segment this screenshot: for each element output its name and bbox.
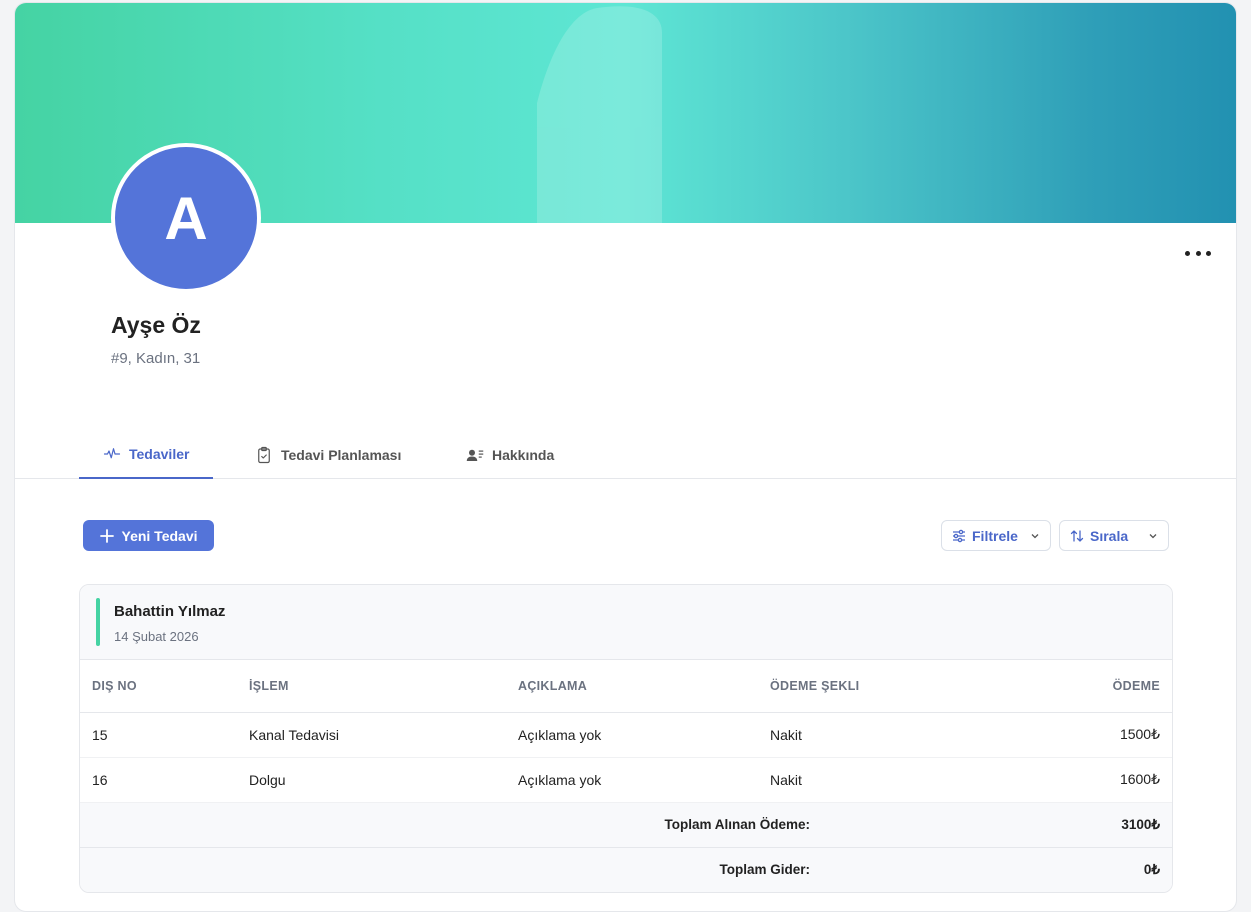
new-treatment-label: Yeni Tedavi bbox=[121, 527, 198, 544]
new-treatment-button[interactable]: Yeni Tedavi bbox=[83, 520, 214, 551]
sort-label: Sırala bbox=[1090, 527, 1129, 544]
banner-decoration bbox=[537, 6, 662, 223]
table-row[interactable]: 15 Kanal Tedavisi Açıklama yok Nakit 150… bbox=[80, 712, 1172, 758]
tooth-number: 15 bbox=[80, 712, 249, 758]
column-header: İŞLEM bbox=[249, 660, 518, 713]
treatment-card: Bahattin Yılmaz 14 Şubat 2026 DIŞ NO İŞL… bbox=[79, 584, 1173, 893]
treatment-date: 14 Şubat 2026 bbox=[114, 629, 199, 644]
total-received-row: Toplam Alınan Ödeme: 3100₺ bbox=[80, 802, 1172, 848]
filter-label: Filtrele bbox=[972, 527, 1018, 544]
patient-meta: #9, Kadın, 31 bbox=[111, 350, 201, 367]
doctor-name: Bahattin Yılmaz bbox=[114, 603, 226, 620]
more-options-icon[interactable] bbox=[1185, 243, 1211, 263]
description: Açıklama yok bbox=[518, 712, 770, 758]
treatment-table: DIŞ NO İŞLEM AÇIKLAMA ÖDEME ŞEKLI ÖDEME … bbox=[80, 660, 1172, 892]
clipboard-check-icon bbox=[258, 446, 270, 464]
treatment-header: Bahattin Yılmaz 14 Şubat 2026 bbox=[80, 585, 1172, 660]
total-received-label: Toplam Alınan Ödeme: bbox=[80, 802, 970, 848]
plus-icon bbox=[99, 528, 114, 543]
chevron-down-icon bbox=[1149, 533, 1157, 538]
column-header: ÖDEME ŞEKLI bbox=[770, 660, 970, 713]
activity-icon bbox=[103, 448, 121, 459]
payment-amount: 1500₺ bbox=[970, 712, 1172, 758]
sort-button[interactable]: Sırala bbox=[1059, 520, 1169, 551]
tab-label: Tedavi Planlaması bbox=[281, 447, 402, 463]
column-header: ÖDEME bbox=[970, 660, 1172, 713]
payment-amount: 1600₺ bbox=[970, 757, 1172, 803]
avatar: A bbox=[111, 143, 261, 293]
column-header: AÇIKLAMA bbox=[518, 660, 770, 713]
procedure: Dolgu bbox=[249, 757, 518, 803]
user-list-icon bbox=[466, 449, 484, 461]
total-expense-value: 0₺ bbox=[970, 847, 1172, 892]
tab-label: Hakkında bbox=[492, 447, 555, 463]
payment-method: Nakit bbox=[770, 712, 970, 758]
filter-button[interactable]: Filtrele bbox=[941, 520, 1051, 551]
chevron-down-icon bbox=[1031, 533, 1039, 538]
total-received-value: 3100₺ bbox=[970, 802, 1172, 848]
procedure: Kanal Tedavisi bbox=[249, 712, 518, 758]
tab-tedaviler[interactable]: Tedaviler bbox=[79, 431, 214, 479]
patient-profile-card: A Ayşe Öz #9, Kadın, 31 Tedaviler Tedavi… bbox=[14, 2, 1237, 912]
total-expense-row: Toplam Gider: 0₺ bbox=[80, 847, 1172, 892]
tab-label: Tedaviler bbox=[129, 446, 190, 462]
tab-hakkinda[interactable]: Hakkında bbox=[466, 431, 554, 479]
tooth-number: 16 bbox=[80, 757, 249, 803]
table-row[interactable]: 16 Dolgu Açıklama yok Nakit 1600₺ bbox=[80, 757, 1172, 803]
total-expense-label: Toplam Gider: bbox=[80, 847, 970, 892]
avatar-initial: A bbox=[164, 184, 208, 252]
sort-arrows-icon bbox=[1070, 529, 1084, 542]
description: Açıklama yok bbox=[518, 757, 770, 803]
table-header-row: DIŞ NO İŞLEM AÇIKLAMA ÖDEME ŞEKLI ÖDEME bbox=[80, 660, 1172, 713]
payment-method: Nakit bbox=[770, 757, 970, 803]
doctor-accent-bar bbox=[96, 598, 100, 646]
tab-bar: Tedaviler Tedavi Planlaması Hakkında bbox=[15, 431, 1236, 479]
column-header: DIŞ NO bbox=[80, 660, 249, 713]
patient-name: Ayşe Öz bbox=[111, 312, 201, 338]
tab-tedavi-planlamasi[interactable]: Tedavi Planlaması bbox=[255, 431, 401, 479]
sliders-icon bbox=[953, 529, 965, 542]
